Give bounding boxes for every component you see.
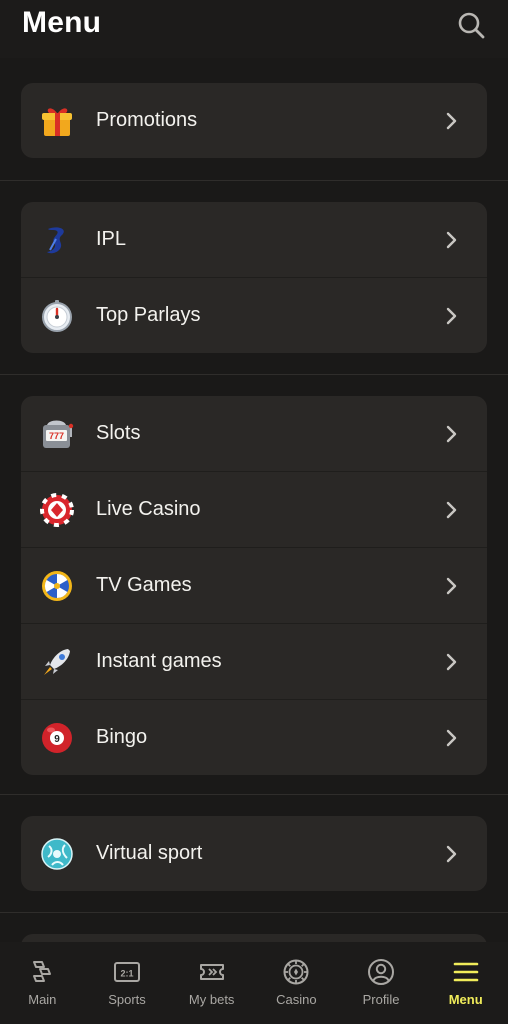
menu-item-ipl[interactable]: IPL <box>21 202 487 277</box>
nav-label: Sports <box>108 992 146 1007</box>
svg-text:2:1: 2:1 <box>120 969 133 979</box>
chevron-right-icon <box>446 112 457 130</box>
ipl-logo-icon <box>47 227 64 254</box>
nav-casino[interactable]: Casino <box>254 942 339 1024</box>
chevron-right-icon <box>446 653 457 671</box>
menu-item-instant-games[interactable]: Instant games <box>21 623 487 699</box>
chevron-right-icon <box>446 231 457 249</box>
menu-item-label: Live Casino <box>96 498 201 520</box>
top-bar: Menu <box>0 0 508 58</box>
ticket-icon <box>199 964 224 980</box>
nav-profile[interactable]: Profile <box>339 942 424 1024</box>
chevron-right-icon <box>446 845 457 863</box>
page-title: Menu <box>22 6 102 39</box>
chevron-right-icon <box>446 307 457 325</box>
main-icon <box>33 961 52 982</box>
chevron-right-icon <box>446 425 457 443</box>
section-divider <box>0 374 508 375</box>
chevron-right-icon <box>446 729 457 747</box>
menu-item-promotions[interactable]: Promotions <box>21 83 487 158</box>
globe-ball-icon <box>41 838 73 870</box>
menu-item-label: Virtual sport <box>96 842 203 864</box>
billiard-ball-icon: 9 <box>42 723 72 753</box>
slot-machine-icon: 777 <box>43 420 74 448</box>
menu-item-label: Instant games <box>96 650 222 672</box>
stopwatch-icon <box>42 300 72 332</box>
nav-main[interactable]: Main <box>0 942 85 1024</box>
profile-icon <box>368 959 395 985</box>
menu-item-live-casino[interactable]: Live Casino <box>21 471 487 547</box>
menu-item-label: TV Games <box>96 574 192 596</box>
menu-group-sports: IPL Top Parlays <box>21 202 487 353</box>
menu-item-label: Bingo <box>96 726 148 748</box>
chevron-right-icon <box>446 501 457 519</box>
section-divider <box>0 794 508 795</box>
menu-item-top-parlays[interactable]: Top Parlays <box>21 277 487 353</box>
scoreboard-icon: 2:1 <box>114 962 140 982</box>
menu-item-label: Top Parlays <box>96 304 201 326</box>
menu-item-virtual-sport[interactable]: Virtual sport <box>21 816 487 891</box>
menu-item-label: Promotions <box>96 109 198 131</box>
svg-text:777: 777 <box>49 431 64 441</box>
bottom-nav: Main 2:1 Sports My bets Casino Profile M… <box>0 942 508 1024</box>
gift-icon <box>42 108 72 136</box>
menu-group-virtual: Virtual sport <box>21 816 487 891</box>
menu-item-label: Slots <box>96 422 141 444</box>
menu-group-promotions: Promotions <box>21 83 487 158</box>
chevron-right-icon <box>446 577 457 595</box>
casino-chip-icon <box>283 959 309 985</box>
nav-label: Menu <box>448 992 483 1007</box>
nav-label: Main <box>28 992 57 1007</box>
svg-text:9: 9 <box>54 734 60 745</box>
menu-item-slots[interactable]: 777 Slots <box>21 396 487 471</box>
nav-label: Casino <box>276 992 317 1007</box>
nav-label: Profile <box>362 992 400 1007</box>
nav-label: My bets <box>188 992 235 1007</box>
section-divider <box>0 180 508 181</box>
nav-sports[interactable]: 2:1 Sports <box>85 942 170 1024</box>
section-divider <box>0 912 508 913</box>
nav-menu[interactable]: Menu <box>423 942 508 1024</box>
wheel-of-fortune-icon <box>42 571 72 601</box>
poker-chip-icon <box>40 493 74 527</box>
menu-item-label: IPL <box>96 228 127 250</box>
menu-group-casino: 777 Slots Live Casino TV Games Instant g… <box>21 396 487 775</box>
menu-item-bingo[interactable]: 9 Bingo <box>21 699 487 775</box>
hamburger-menu-icon <box>453 962 478 982</box>
nav-my-bets[interactable]: My bets <box>169 942 254 1024</box>
search-icon[interactable] <box>456 10 486 40</box>
menu-item-tv-games[interactable]: TV Games <box>21 547 487 623</box>
rocket-icon <box>44 649 70 675</box>
